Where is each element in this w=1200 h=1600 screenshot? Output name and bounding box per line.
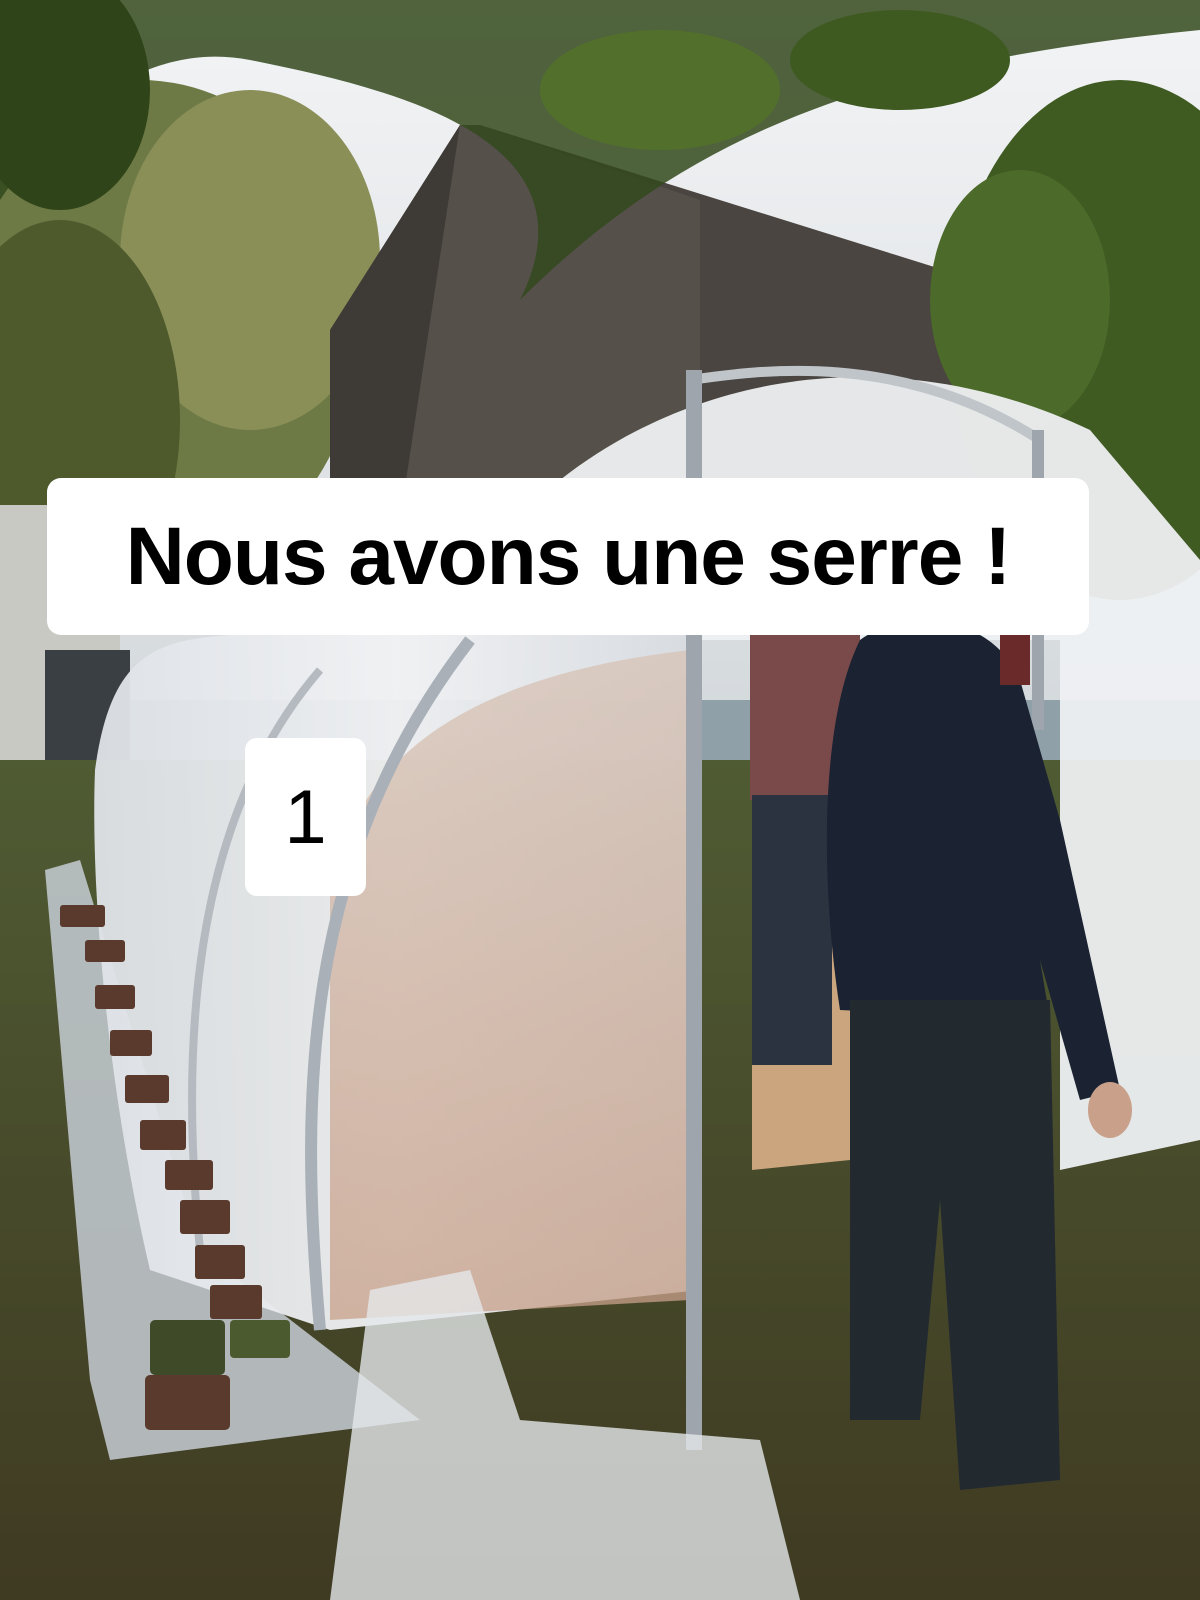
caption-banner: Nous avons une serre ! — [47, 478, 1089, 635]
caption-title: Nous avons une serre ! — [125, 510, 1012, 602]
counter-value: 1 — [284, 774, 327, 860]
counter-badge: 1 — [245, 738, 366, 896]
greenhouse-photo — [0, 0, 1200, 1600]
